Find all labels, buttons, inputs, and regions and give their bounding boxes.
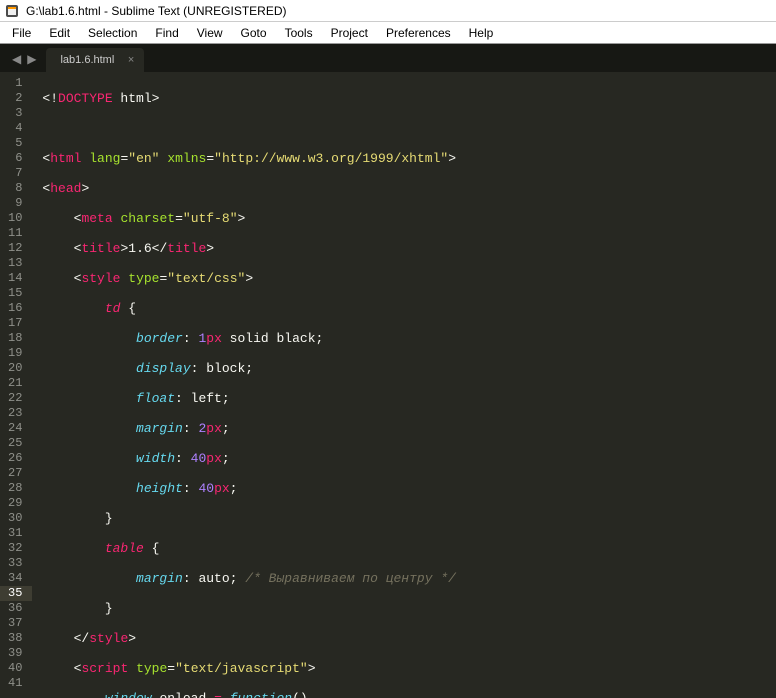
menu-help[interactable]: Help	[461, 24, 502, 42]
line-number: 37	[8, 616, 22, 631]
line-number: 24	[8, 421, 22, 436]
line-number: 17	[8, 316, 22, 331]
line-number: 39	[8, 646, 22, 661]
line-number: 22	[8, 391, 22, 406]
menu-view[interactable]: View	[189, 24, 231, 42]
line-number: 41	[8, 676, 22, 691]
line-number: 26	[8, 451, 22, 466]
menu-edit[interactable]: Edit	[41, 24, 78, 42]
menu-file[interactable]: File	[4, 24, 39, 42]
window-title: G:\lab1.6.html - Sublime Text (UNREGISTE…	[26, 4, 287, 18]
vertical-scrollbar[interactable]	[762, 72, 776, 698]
line-number: 25	[8, 436, 22, 451]
line-number: 10	[8, 211, 22, 226]
nav-back-icon[interactable]: ◀	[12, 52, 21, 66]
tab-label: lab1.6.html	[60, 54, 114, 66]
menubar: File Edit Selection Find View Goto Tools…	[0, 22, 776, 44]
menu-tools[interactable]: Tools	[277, 24, 321, 42]
line-number: 16	[8, 301, 22, 316]
menu-selection[interactable]: Selection	[80, 24, 145, 42]
gutter: 1234567891011121314151617181920212223242…	[0, 72, 32, 698]
window-titlebar: G:\lab1.6.html - Sublime Text (UNREGISTE…	[0, 0, 776, 22]
line-number: 3	[8, 106, 22, 121]
line-number: 28	[8, 481, 22, 496]
line-number: 9	[8, 196, 22, 211]
menu-project[interactable]: Project	[323, 24, 376, 42]
line-number: 8	[8, 181, 22, 196]
line-number: 40	[8, 661, 22, 676]
line-number: 11	[8, 226, 22, 241]
line-number: 15	[8, 286, 22, 301]
menu-goto[interactable]: Goto	[233, 24, 275, 42]
code-area[interactable]: <!DOCTYPE html> <html lang="en" xmlns="h…	[32, 72, 762, 698]
tab-active[interactable]: lab1.6.html ×	[46, 48, 144, 72]
line-number: 18	[8, 331, 22, 346]
tab-nav-arrows: ◀ ▶	[8, 52, 46, 72]
line-number: 4	[8, 121, 22, 136]
line-number: 1	[8, 76, 22, 91]
line-number: 30	[8, 511, 22, 526]
line-number: 32	[8, 541, 22, 556]
line-number: 29	[8, 496, 22, 511]
line-number: 27	[8, 466, 22, 481]
line-number: 6	[8, 151, 22, 166]
line-number: 12	[8, 241, 22, 256]
line-number: 19	[8, 346, 22, 361]
line-number: 7	[8, 166, 22, 181]
line-number: 38	[8, 631, 22, 646]
app-icon	[4, 3, 20, 19]
tab-close-icon[interactable]: ×	[128, 54, 134, 66]
menu-preferences[interactable]: Preferences	[378, 24, 459, 42]
line-number: 13	[8, 256, 22, 271]
editor[interactable]: 1234567891011121314151617181920212223242…	[0, 72, 776, 698]
line-number: 36	[8, 601, 22, 616]
line-number: 33	[8, 556, 22, 571]
line-number: 2	[8, 91, 22, 106]
line-number: 23	[8, 406, 22, 421]
tabstrip: ◀ ▶ lab1.6.html ×	[0, 44, 776, 72]
line-number: 20	[8, 361, 22, 376]
line-number: 14	[8, 271, 22, 286]
line-number: 35	[0, 586, 32, 601]
nav-forward-icon[interactable]: ▶	[27, 52, 36, 66]
line-number: 31	[8, 526, 22, 541]
line-number: 5	[8, 136, 22, 151]
menu-find[interactable]: Find	[147, 24, 186, 42]
line-number: 34	[8, 571, 22, 586]
line-number: 21	[8, 376, 22, 391]
